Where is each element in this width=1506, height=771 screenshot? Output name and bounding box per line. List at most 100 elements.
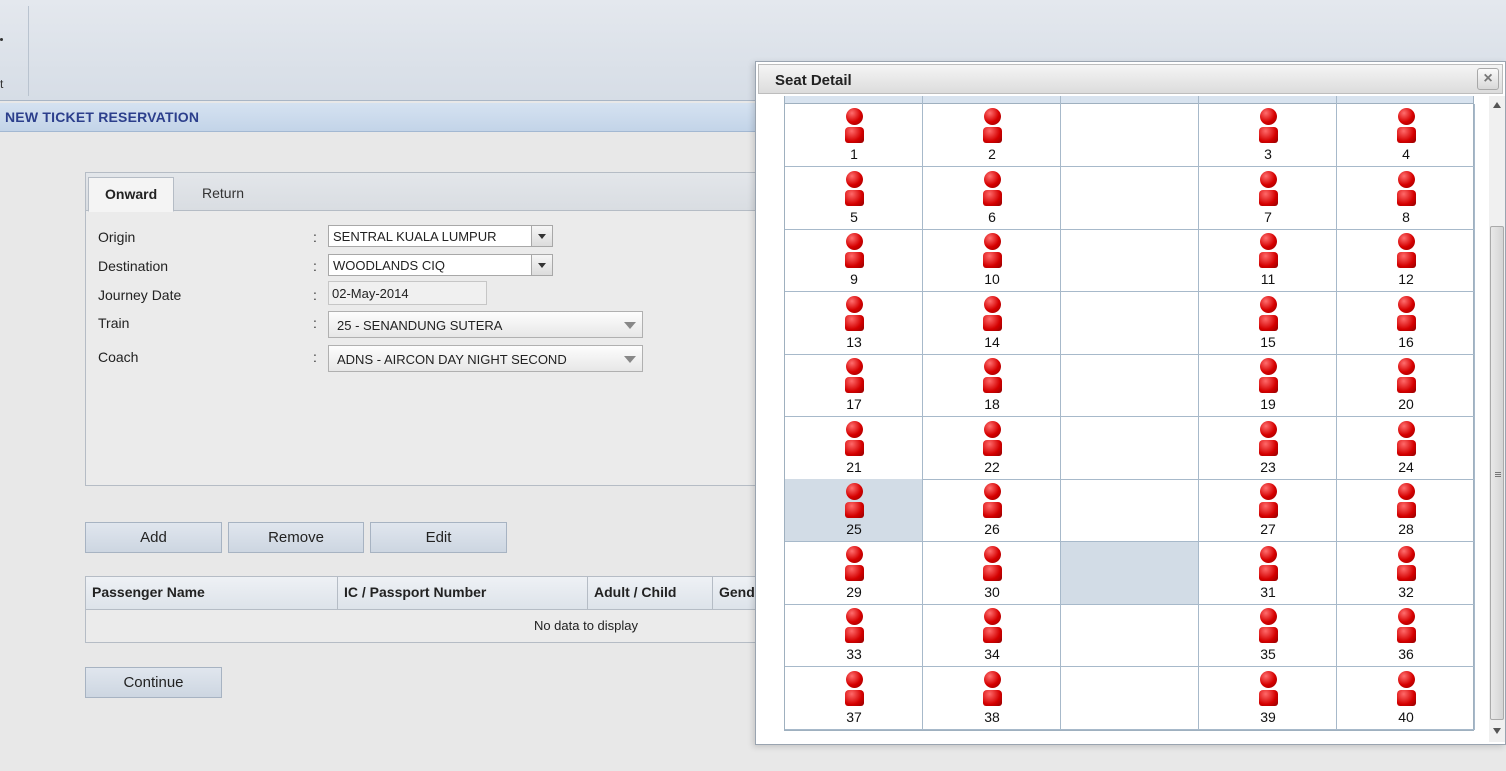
seat-head-shape [984, 608, 1001, 625]
scroll-down-icon[interactable] [1493, 728, 1501, 734]
seat-body-shape [983, 315, 1002, 331]
seat-icon [1259, 608, 1278, 644]
seat-map-top-strip [785, 96, 1473, 104]
seat-20[interactable]: 20 [1337, 354, 1475, 417]
journey-date-label: Journey Date [98, 287, 182, 303]
seat-37[interactable]: 37 [785, 667, 923, 730]
seat-icon [845, 483, 864, 519]
seat-body-shape [845, 690, 864, 706]
seat-icon [983, 296, 1002, 332]
tab-return[interactable]: Return [186, 177, 260, 211]
seat-27[interactable]: 27 [1199, 479, 1337, 542]
seat-22[interactable]: 22 [923, 417, 1061, 480]
seat-body-shape [1259, 565, 1278, 581]
seat-28[interactable]: 28 [1337, 479, 1475, 542]
seat-21[interactable]: 21 [785, 417, 923, 480]
seat-34[interactable]: 34 [923, 604, 1061, 667]
seat-24[interactable]: 24 [1337, 417, 1475, 480]
toolbar-label[interactable]: t [0, 77, 3, 91]
seat-25[interactable]: 25 [785, 479, 923, 542]
scrollbar-thumb[interactable] [1490, 226, 1504, 720]
seat-body-shape [1259, 627, 1278, 643]
remove-button[interactable]: Remove [228, 522, 364, 553]
seat-31[interactable]: 31 [1199, 542, 1337, 605]
seat-3[interactable]: 3 [1199, 104, 1337, 167]
seat-11[interactable]: 11 [1199, 229, 1337, 292]
close-icon[interactable]: × [1477, 68, 1499, 90]
seat-36[interactable]: 36 [1337, 604, 1475, 667]
seat-1[interactable]: 1 [785, 104, 923, 167]
seat-body-shape [845, 190, 864, 206]
seat-number: 18 [984, 396, 1000, 412]
destination-dropdown-icon[interactable] [531, 255, 552, 275]
seat-40[interactable]: 40 [1337, 667, 1475, 730]
seat-body-shape [845, 377, 864, 393]
seat-icon [845, 671, 864, 707]
seat-head-shape [984, 233, 1001, 250]
seat-7[interactable]: 7 [1199, 167, 1337, 230]
seat-body-shape [983, 190, 1002, 206]
seat-15[interactable]: 15 [1199, 292, 1337, 355]
seat-14[interactable]: 14 [923, 292, 1061, 355]
seat-body-shape [1259, 315, 1278, 331]
origin-value: SENTRAL KUALA LUMPUR [333, 229, 497, 244]
seat-body-shape [983, 627, 1002, 643]
seat-2[interactable]: 2 [923, 104, 1061, 167]
origin-combo[interactable]: SENTRAL KUALA LUMPUR [328, 225, 553, 247]
continue-button[interactable]: Continue [85, 667, 222, 698]
seat-number: 34 [984, 646, 1000, 662]
seat-5[interactable]: 5 [785, 167, 923, 230]
dialog-scrollbar[interactable] [1489, 96, 1505, 742]
dialog-title: Seat Detail [775, 72, 852, 89]
seat-icon [983, 358, 1002, 394]
seat-23[interactable]: 23 [1199, 417, 1337, 480]
column-adult-child[interactable]: Adult / Child [588, 577, 713, 610]
origin-dropdown-icon[interactable] [531, 226, 552, 246]
seat-35[interactable]: 35 [1199, 604, 1337, 667]
seat-19[interactable]: 19 [1199, 354, 1337, 417]
train-select[interactable]: 25 - SENANDUNG SUTERA [328, 311, 643, 338]
seat-30[interactable]: 30 [923, 542, 1061, 605]
tab-strip: Onward Return [86, 173, 764, 212]
seat-number: 25 [846, 521, 862, 537]
seat-number: 21 [846, 459, 862, 475]
seat-17[interactable]: 17 [785, 354, 923, 417]
seat-detail-dialog: Seat Detail × 1 2 3 4 5 6 7 8 9 10 11 12 13 14 15 16 17 1… [755, 61, 1506, 745]
column-ic-passport[interactable]: IC / Passport Number [338, 577, 588, 610]
tab-onward[interactable]: Onward [88, 177, 175, 212]
seat-18[interactable]: 18 [923, 354, 1061, 417]
seat-icon [983, 233, 1002, 269]
scroll-up-icon[interactable] [1493, 102, 1501, 108]
column-passenger-name[interactable]: Passenger Name [86, 577, 338, 610]
edit-button[interactable]: Edit [370, 522, 507, 553]
seat-number: 4 [1402, 146, 1410, 162]
seat-13[interactable]: 13 [785, 292, 923, 355]
passenger-grid: Passenger Name IC / Passport Number Adul… [85, 576, 765, 643]
seat-33[interactable]: 33 [785, 604, 923, 667]
aisle-cell [1061, 417, 1199, 480]
seat-29[interactable]: 29 [785, 542, 923, 605]
seat-number: 16 [1398, 334, 1414, 350]
destination-combo[interactable]: WOODLANDS CIQ [328, 254, 553, 276]
coach-select[interactable]: ADNS - AIRCON DAY NIGHT SECOND [328, 345, 643, 372]
add-button[interactable]: Add [85, 522, 222, 553]
journey-date-field[interactable]: 02-May-2014 [328, 281, 487, 305]
seat-head-shape [846, 546, 863, 563]
seat-6[interactable]: 6 [923, 167, 1061, 230]
seat-10[interactable]: 10 [923, 229, 1061, 292]
seat-26[interactable]: 26 [923, 479, 1061, 542]
aisle-cell [1061, 542, 1199, 605]
dialog-titlebar[interactable]: Seat Detail [758, 64, 1503, 94]
seat-number: 35 [1260, 646, 1276, 662]
seat-38[interactable]: 38 [923, 667, 1061, 730]
seat-4[interactable]: 4 [1337, 104, 1475, 167]
seat-12[interactable]: 12 [1337, 229, 1475, 292]
seat-head-shape [1260, 608, 1277, 625]
seat-39[interactable]: 39 [1199, 667, 1337, 730]
seat-8[interactable]: 8 [1337, 167, 1475, 230]
seat-32[interactable]: 32 [1337, 542, 1475, 605]
seat-9[interactable]: 9 [785, 229, 923, 292]
seat-head-shape [846, 108, 863, 125]
seat-16[interactable]: 16 [1337, 292, 1475, 355]
toolbar-dot-icon [0, 38, 3, 41]
